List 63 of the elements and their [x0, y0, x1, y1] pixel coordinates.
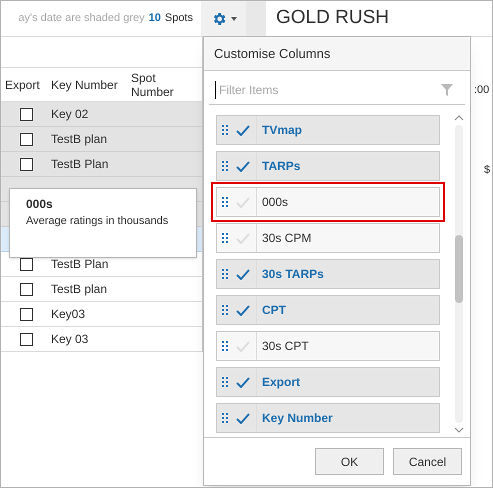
- tooltip-text: Average ratings in thousands: [26, 215, 170, 228]
- column-label: Key Number: [261, 410, 333, 427]
- spot-label: Spots: [164, 11, 193, 26]
- cancel-button[interactable]: Cancel: [393, 448, 462, 475]
- chevron-down-icon[interactable]: [454, 427, 464, 433]
- table-cell-text: Key 02: [51, 106, 88, 123]
- column-header[interactable]: Export: [1, 76, 51, 94]
- checkmark-icon[interactable]: [236, 124, 250, 136]
- drag-handle-icon[interactable]: [222, 197, 228, 207]
- checkbox[interactable]: [20, 282, 32, 296]
- column-label: TVmap: [261, 122, 302, 139]
- column-label: 30s TARPs: [261, 266, 324, 283]
- table-cell-text: TestB Plan: [51, 256, 108, 273]
- popup-title: Customise Columns: [214, 44, 330, 63]
- column-label: CPT: [261, 302, 286, 319]
- drag-handle-icon[interactable]: [222, 161, 228, 171]
- column-item[interactable]: 000s: [211, 182, 445, 222]
- scrollbar[interactable]: [454, 115, 464, 433]
- checkmark-icon[interactable]: [236, 376, 250, 388]
- checkmark-icon[interactable]: [236, 412, 250, 424]
- drag-handle-icon[interactable]: [222, 305, 228, 315]
- column-label: 30s CPM: [261, 230, 312, 247]
- drag-handle-icon[interactable]: [222, 377, 228, 387]
- checkmark-icon[interactable]: [236, 160, 250, 172]
- drag-handle-icon[interactable]: [222, 125, 228, 135]
- drag-handle-icon[interactable]: [222, 341, 228, 351]
- table-cell-text: Key 03: [51, 331, 88, 348]
- checkbox[interactable]: [20, 158, 32, 170]
- column-header[interactable]: Key Number: [51, 78, 131, 92]
- checkbox[interactable]: [20, 308, 32, 320]
- column-label: TARPs: [261, 158, 300, 175]
- checkbox[interactable]: [20, 132, 32, 146]
- chevron-up-icon[interactable]: [454, 115, 464, 121]
- shading-note: ay's date are shaded grey: [18, 11, 145, 26]
- table-row[interactable]: TestB Plan: [1, 152, 202, 177]
- checkbox[interactable]: [20, 108, 32, 120]
- table-cell-text: TestB Plan: [51, 156, 108, 173]
- checkbox[interactable]: [20, 332, 32, 346]
- checkmark-icon[interactable]: [236, 268, 250, 280]
- table-cell-text: TestB plan: [51, 131, 108, 148]
- cell-fragment: $: [484, 163, 490, 178]
- column-label: Export: [261, 374, 300, 391]
- drag-handle-icon[interactable]: [222, 269, 228, 279]
- ok-button[interactable]: OK: [315, 448, 384, 475]
- column-header[interactable]: Spot Number: [131, 70, 201, 98]
- cell-fragment: :00: [474, 83, 490, 98]
- column-label: 000s: [261, 194, 288, 211]
- filter-field[interactable]: Filter Items: [215, 80, 441, 98]
- drag-handle-icon[interactable]: [222, 413, 228, 423]
- checkbox[interactable]: [20, 258, 32, 270]
- caret-icon: [230, 16, 236, 20]
- page-title: GOLD RUSH: [276, 6, 389, 30]
- table-row[interactable]: Key 02: [1, 102, 202, 127]
- table-cell-text: Key03: [51, 306, 86, 323]
- scrollbar-thumb[interactable]: [455, 235, 463, 303]
- table-row[interactable]: TestB plan: [1, 127, 202, 152]
- settings-button[interactable]: [201, 1, 246, 36]
- drag-handle-icon[interactable]: [222, 233, 228, 243]
- column-label: 30s CPT: [261, 338, 309, 355]
- checkmark-icon[interactable]: [236, 304, 250, 316]
- spot-count: 10: [148, 11, 161, 26]
- table-cell-text: TestB plan: [51, 281, 108, 298]
- tooltip-title: 000s: [26, 197, 54, 211]
